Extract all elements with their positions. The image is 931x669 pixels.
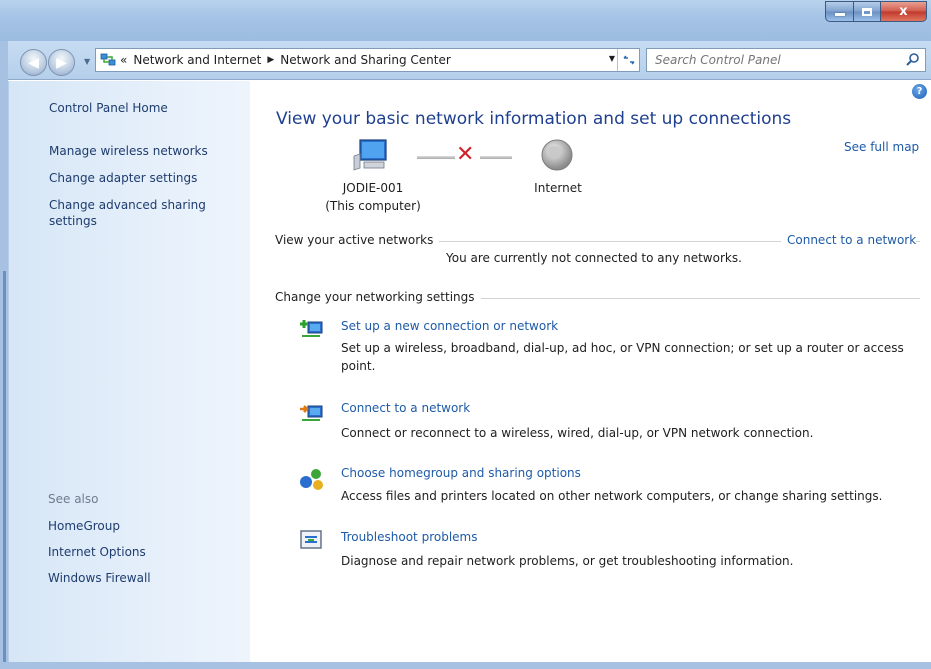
recent-pages-dropdown[interactable]: ▼: [84, 57, 90, 66]
address-overflow-button[interactable]: «: [120, 53, 127, 67]
see-also-homegroup[interactable]: HomeGroup: [48, 519, 120, 533]
homegroup-sharing-link[interactable]: Choose homegroup and sharing options: [341, 466, 581, 480]
title-bar: x: [0, 0, 931, 41]
close-icon: x: [899, 4, 908, 19]
disconnected-x-icon[interactable]: ✕: [456, 144, 474, 166]
this-computer-label: (This computer): [325, 199, 421, 213]
refresh-button[interactable]: [617, 49, 639, 71]
internet-globe-icon: [541, 139, 573, 171]
address-bar[interactable]: « Network and Internet ▶ Network and Sha…: [95, 48, 640, 72]
connection-line-right: [480, 156, 512, 159]
page-title: View your basic network information and …: [276, 109, 792, 129]
troubleshoot-icon: [300, 530, 322, 549]
window-bottom-border: [0, 662, 931, 669]
maximize-icon: [862, 7, 872, 16]
connect-network-description: Connect or reconnect to a wireless, wire…: [341, 426, 814, 440]
new-connection-icon: [300, 320, 323, 337]
not-connected-message: You are currently not connected to any n…: [446, 251, 742, 265]
sidebar-item-change-advanced-sharing-settings[interactable]: Change advanced sharing settings: [49, 197, 239, 229]
sidebar-item-control-panel-home[interactable]: Control Panel Home: [49, 101, 168, 115]
breadcrumb-network-and-internet[interactable]: Network and Internet: [133, 53, 261, 67]
address-dropdown-icon[interactable]: ▼: [609, 54, 615, 63]
sidebar-item-manage-wireless-networks[interactable]: Manage wireless networks: [49, 144, 208, 158]
homegroup-icon: [300, 469, 323, 490]
search-icon[interactable]: [905, 52, 921, 68]
see-also-internet-options[interactable]: Internet Options: [48, 545, 146, 559]
forward-button[interactable]: ▶: [48, 49, 75, 76]
computer-icon: [353, 139, 387, 171]
forward-arrow-icon: ▶: [56, 54, 67, 71]
active-networks-heading: View your active networks: [275, 233, 440, 247]
refresh-icon: [622, 55, 635, 65]
window-left-border: [0, 41, 8, 669]
see-also-label: See also: [48, 492, 99, 506]
change-settings-divider: [470, 298, 920, 299]
search-box[interactable]: [646, 48, 926, 72]
help-button[interactable]: ?: [912, 84, 927, 99]
setup-connection-description: Set up a wireless, broadband, dial-up, a…: [341, 341, 904, 373]
breadcrumb-separator-icon[interactable]: ▶: [267, 55, 274, 65]
troubleshoot-problems-link[interactable]: Troubleshoot problems: [341, 530, 477, 544]
back-button[interactable]: ◀: [20, 49, 47, 76]
help-icon: ?: [916, 86, 923, 97]
back-arrow-icon: ◀: [28, 54, 39, 71]
computer-name-label: JODIE-001: [342, 181, 404, 195]
frame-highlight: [3, 271, 6, 669]
minimize-button[interactable]: [825, 1, 854, 22]
minimize-icon: [834, 13, 845, 16]
troubleshoot-problems-description: Diagnose and repair network problems, or…: [341, 554, 794, 568]
homegroup-sharing-description: Access files and printers located on oth…: [341, 489, 883, 503]
change-settings-heading: Change your networking settings: [275, 290, 481, 304]
internet-label: Internet: [534, 181, 582, 195]
connect-network-icon: [300, 405, 323, 421]
close-button[interactable]: x: [881, 1, 927, 22]
connect-network-task-link[interactable]: Connect to a network: [341, 401, 470, 415]
window-controls: x: [825, 1, 927, 22]
maximize-button[interactable]: [854, 1, 881, 22]
breadcrumb-network-and-sharing-center[interactable]: Network and Sharing Center: [280, 53, 451, 67]
search-input[interactable]: [647, 53, 897, 67]
see-also-windows-firewall[interactable]: Windows Firewall: [48, 571, 151, 585]
see-full-map-link[interactable]: See full map: [844, 140, 919, 154]
connect-to-network-link[interactable]: Connect to a network: [781, 233, 917, 247]
setup-connection-link[interactable]: Set up a new connection or network: [341, 319, 558, 333]
network-folder-icon: [96, 49, 120, 71]
sidebar-item-change-adapter-settings[interactable]: Change adapter settings: [49, 171, 197, 185]
connection-line-left: [417, 156, 455, 159]
